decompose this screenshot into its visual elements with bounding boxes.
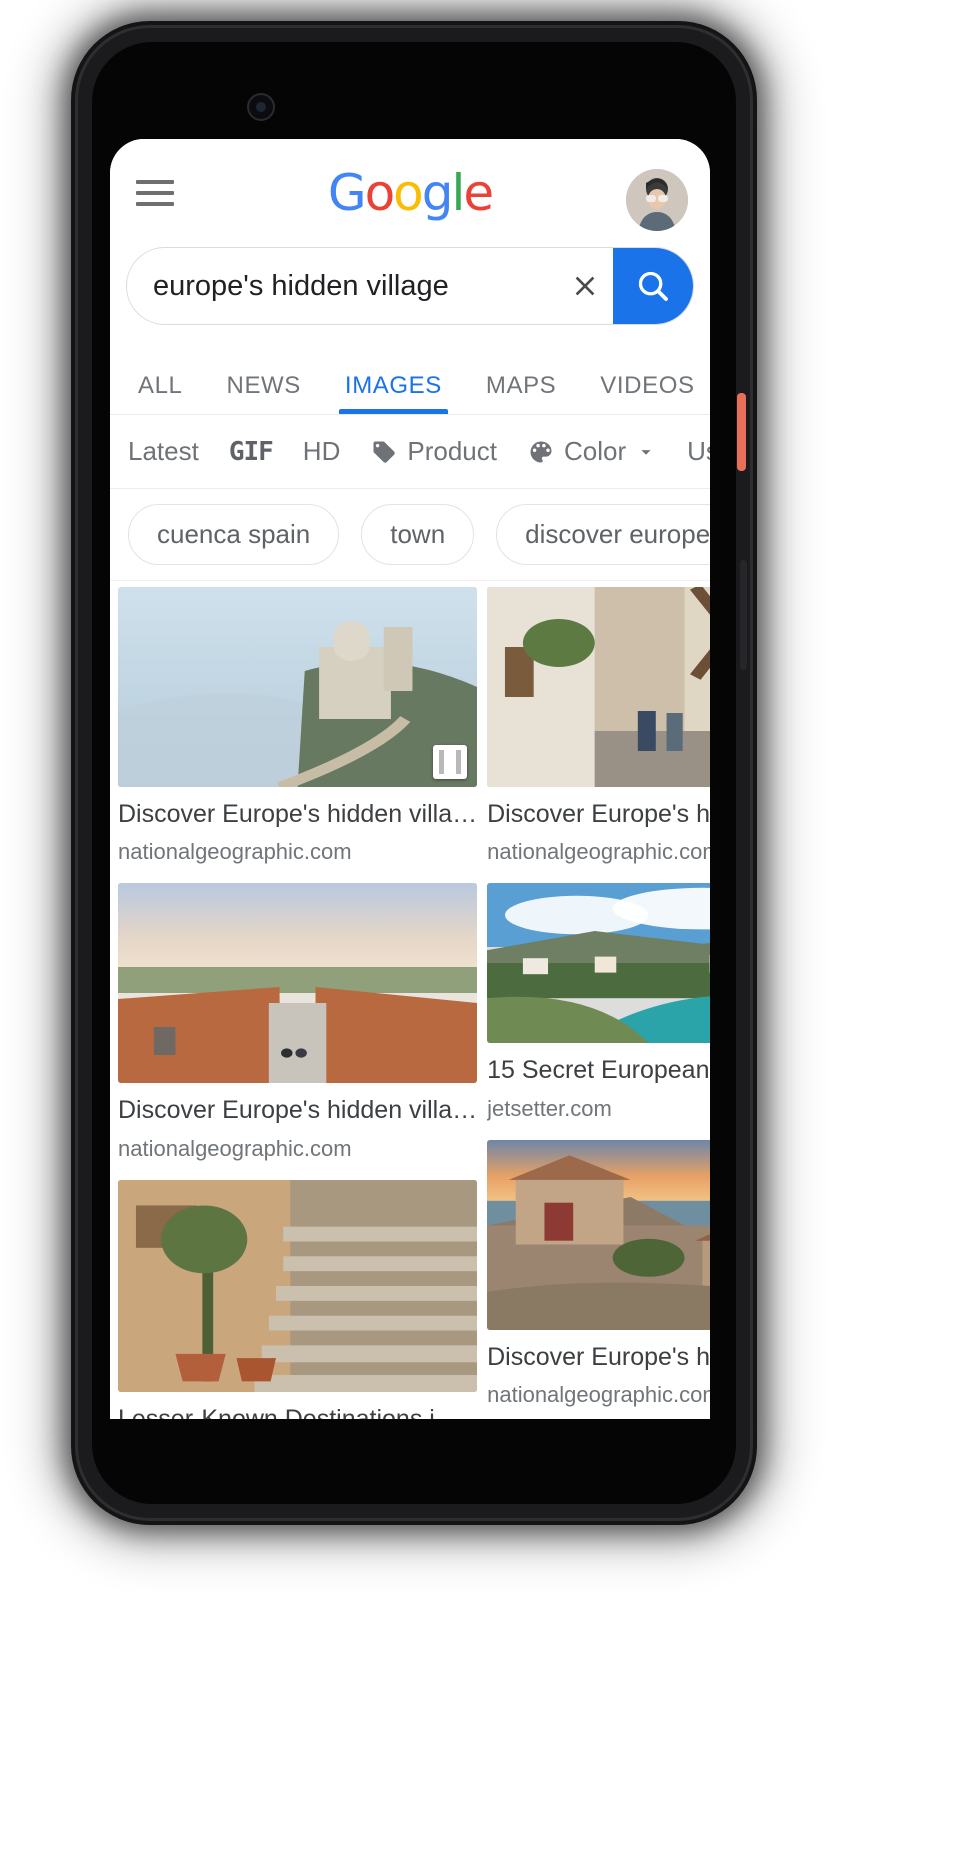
image-result-card[interactable]: Discover Europe's hidden villa… nationalg… (118, 587, 478, 865)
power-button[interactable] (737, 393, 746, 471)
logo-letter-o2: o (393, 164, 424, 222)
image-result-card[interactable]: Discover Europe's hidden villa… nationalg… (487, 587, 710, 865)
tag-icon (370, 438, 398, 466)
result-source: nationalgeographic.com (487, 839, 710, 865)
image-result-card[interactable]: 15 Secret European Villages … jetsetter.c… (487, 883, 710, 1121)
image-filters-row: Latest GIF HD Product Color Usage Rights (110, 415, 710, 489)
result-title: 15 Secret European Villages … (487, 1056, 710, 1085)
image-result-card[interactable]: Discover Europe's hidden villa… nationalg… (118, 883, 478, 1161)
related-searches-chips: cuenca spaintowndiscover europeitaly (110, 489, 710, 581)
filter-latest[interactable]: Latest (128, 436, 199, 467)
palette-icon (527, 438, 555, 466)
result-source: nationalgeographic.com (118, 839, 352, 865)
google-logo: Google (110, 164, 710, 222)
result-thumbnail[interactable] (487, 587, 710, 787)
logo-letter-l: l (451, 164, 466, 222)
phone-screen: Google europe's hidden village ALL NEWS … (110, 139, 710, 1419)
related-search-chip[interactable]: discover europe (496, 504, 710, 565)
tab-images[interactable]: IMAGES (323, 372, 464, 414)
filter-label: Usage Rights (687, 436, 710, 466)
front-camera (247, 93, 275, 121)
image-results-grid: Discover Europe's hidden villa… nationalg… (110, 581, 710, 1419)
related-search-chip[interactable]: town (361, 504, 475, 565)
hamburger-menu-icon[interactable] (136, 171, 180, 215)
search-button[interactable] (613, 248, 693, 324)
tab-maps[interactable]: MAPS (464, 372, 578, 414)
search-input[interactable] (127, 269, 556, 303)
logo-letter-e: e (463, 164, 494, 222)
result-thumbnail[interactable] (487, 1139, 710, 1330)
chevron-down-icon (635, 441, 657, 463)
results-column-left: Discover Europe's hidden villa… nationalg… (118, 587, 478, 1420)
logo-letter-o1: o (364, 164, 396, 222)
avatar[interactable] (626, 169, 688, 231)
result-thumbnail[interactable] (118, 883, 478, 1084)
result-title: Discover Europe's hidden villa… (118, 800, 478, 828)
filter-label: Color (563, 436, 627, 466)
result-title: Discover Europe's hidden villa… (118, 1096, 478, 1125)
filter-gif[interactable]: GIF (228, 436, 274, 467)
tab-news[interactable]: NEWS (205, 372, 323, 414)
tab-videos[interactable]: VIDEOS (578, 372, 710, 414)
logo-letter-g2: g (421, 164, 454, 222)
result-title: Lesser-Known Destinations i… (118, 1404, 460, 1420)
search-bar[interactable] (126, 247, 694, 325)
search-tabs: ALLNEWSIMAGESMAPSVIDEOSSHOPPING (110, 339, 710, 415)
result-thumbnail[interactable] (118, 587, 478, 787)
filter-product[interactable]: Product (370, 436, 497, 467)
gif-badge-icon (433, 745, 468, 779)
related-search-chip[interactable]: cuenca spain (128, 504, 340, 565)
result-source: jetsetter.com (487, 1095, 612, 1121)
filter-label: Product (407, 436, 497, 466)
result-thumbnail[interactable] (118, 1179, 478, 1392)
app-bar: Google (110, 139, 710, 247)
logo-letter-g: G (327, 164, 367, 222)
filter-usage-rights[interactable]: Usage Rights (687, 436, 710, 467)
search-bar-container (110, 247, 710, 339)
result-title: Discover Europe's hidden villa… (487, 800, 710, 828)
image-result-card[interactable]: Lesser-Known Destinations i…nationalgeog… (118, 1179, 478, 1420)
close-icon[interactable] (556, 248, 613, 324)
volume-button[interactable] (740, 560, 747, 670)
result-source: nationalgeographic.com (487, 1381, 710, 1407)
filter-label: GIF (228, 436, 274, 467)
result-thumbnail[interactable] (487, 883, 710, 1044)
result-source: nationalgeographic.com (118, 1135, 352, 1161)
filter-hd[interactable]: HD (303, 436, 341, 467)
tab-all[interactable]: ALL (116, 372, 205, 414)
filter-label: HD (302, 436, 341, 466)
image-result-card[interactable]: Discover Europe's hidden villa… nationalg… (487, 1139, 710, 1408)
filter-label: Latest (128, 436, 199, 466)
result-title: Discover Europe's hidden villa… (487, 1342, 710, 1371)
results-column-right: Discover Europe's hidden villa… nationalg… (487, 587, 710, 1419)
filter-color[interactable]: Color (527, 436, 657, 467)
